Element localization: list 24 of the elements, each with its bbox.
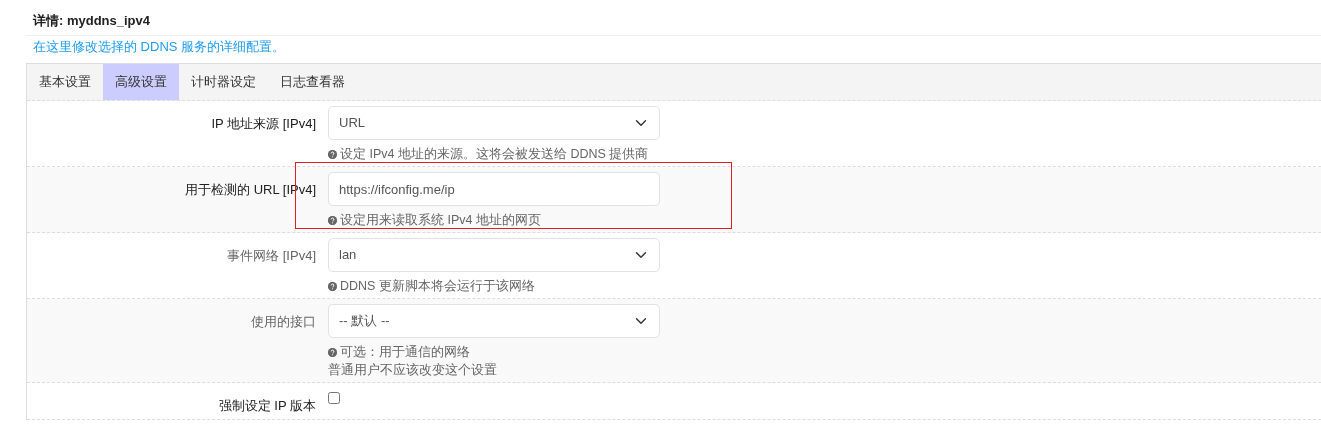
tab[interactable]: 日志查看器: [268, 64, 357, 100]
tab[interactable]: 基本设置: [27, 64, 103, 100]
field-label: IP 地址来源 [IPv4]: [211, 116, 316, 131]
dropdown[interactable]: lan: [328, 238, 660, 272]
field-label: 使用的接口: [251, 314, 316, 329]
section-description: 在这里修改选择的 DDNS 服务的详细配置。: [32, 38, 287, 56]
tab[interactable]: 高级设置: [103, 64, 179, 100]
help-icon: [328, 282, 337, 291]
help-text: 设定用来读取系统 IPv4 地址的网页: [340, 213, 541, 227]
help-text: DDNS 更新脚本将会运行于该网络: [340, 279, 535, 293]
section-title: 详情: myddns_ipv4: [26, 12, 1321, 36]
help-text: 设定 IPv4 地址的来源。这将会被发送给 DDNS 提供商: [340, 147, 649, 161]
help-icon: [328, 348, 337, 357]
help-icon: [328, 150, 337, 159]
help-text: 可选：用于通信的网络: [340, 345, 470, 359]
url-input[interactable]: https://ifconfig.me/ip: [328, 172, 660, 206]
help-icon: [328, 216, 337, 225]
checkbox[interactable]: [328, 392, 340, 404]
field-label: 事件网络 [IPv4]: [227, 248, 316, 263]
field-label: 强制设定 IP 版本: [218, 398, 316, 413]
tab[interactable]: 计时器设定: [179, 64, 268, 100]
dropdown[interactable]: URL: [328, 106, 660, 140]
dropdown[interactable]: -- 默认 --: [328, 304, 660, 338]
help-text: 普通用户不应该改变这个设置: [328, 363, 497, 377]
